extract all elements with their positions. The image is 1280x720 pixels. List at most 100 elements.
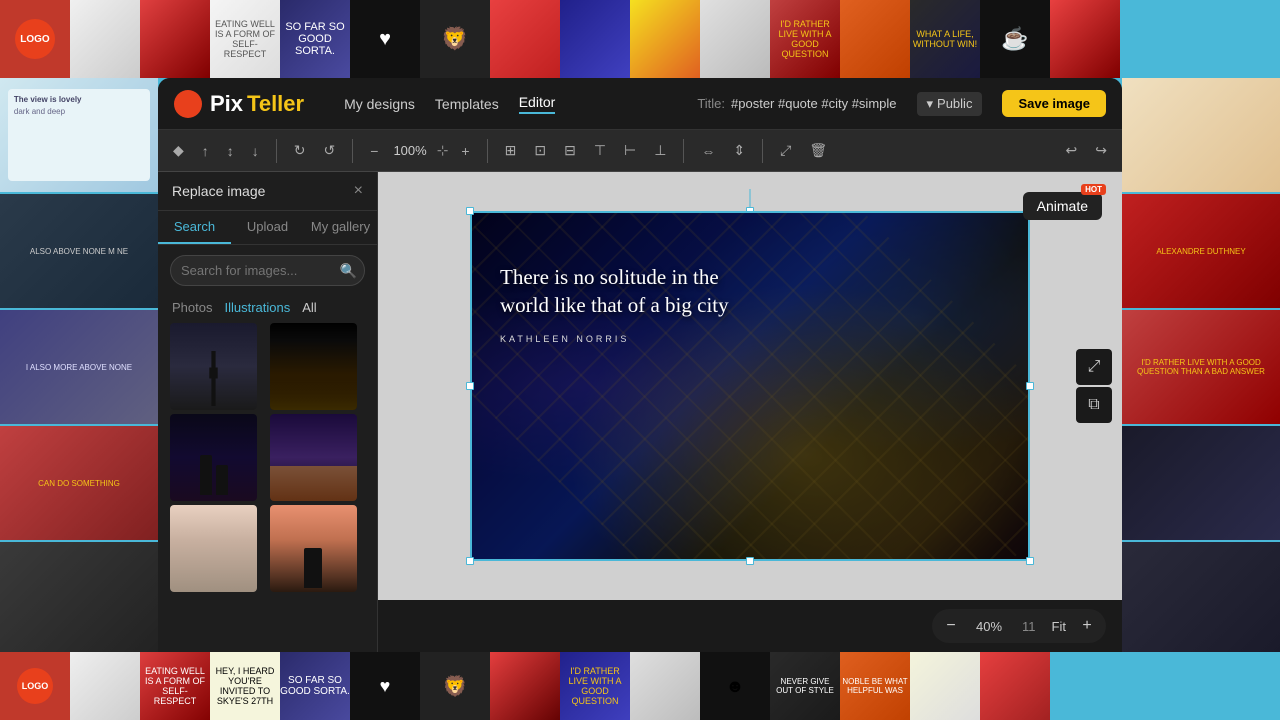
banner-item-13: WHAT A LIFE, WITHOUT WIN! xyxy=(910,0,980,78)
handle-bottom-center[interactable] xyxy=(746,557,754,565)
logo-pix-text: Pix xyxy=(210,91,243,117)
search-icon-button[interactable]: 🔍 xyxy=(340,262,357,279)
thumb-5[interactable] xyxy=(170,505,257,592)
thumb-4[interactable] xyxy=(270,414,357,501)
canvas-crop-btn[interactable]: ⧉ xyxy=(1076,387,1112,423)
panel-tabs: Search Upload My gallery xyxy=(158,211,377,245)
left-sidebar-item-2: ALSO ABOVE NONE M NE xyxy=(0,194,158,308)
toolbar-align-tc[interactable]: ⊡ xyxy=(529,139,551,162)
dropdown-icon: ▾ xyxy=(927,96,934,112)
banner-item-1 xyxy=(70,0,140,78)
toolbar-align-mr[interactable]: ⊥ xyxy=(649,139,671,162)
right-sidebar-item-3: I'D RATHER LIVE WITH A GOOD QUESTION THA… xyxy=(1122,310,1280,424)
toolbar-zoom-minus-btn[interactable]: − xyxy=(365,140,383,162)
toolbar-sep-5 xyxy=(762,139,763,163)
tab-upload[interactable]: Upload xyxy=(231,211,304,244)
handle-top-left[interactable] xyxy=(466,207,474,215)
nav-templates[interactable]: Templates xyxy=(435,96,499,112)
tab-gallery[interactable]: My gallery xyxy=(304,211,377,244)
bottom-item-10: ☻ xyxy=(700,652,770,720)
toolbar-updown-btn[interactable]: ↕ xyxy=(222,140,239,162)
bottom-item-3: HEY, I HEARD YOU'RE INVITED TO SKYE'S 27… xyxy=(210,652,280,720)
poster-quote-text: There is no solitude in the world like t… xyxy=(500,263,740,320)
logo-teller-text: Teller xyxy=(247,91,304,117)
animate-button[interactable]: HOT Animate xyxy=(1023,192,1102,220)
search-input[interactable] xyxy=(170,255,365,286)
thumb-6[interactable] xyxy=(270,505,357,592)
filter-photos[interactable]: Photos xyxy=(172,300,212,315)
toolbar-move-up-btn[interactable]: ↑ xyxy=(197,140,214,162)
toolbar: ◆ ↑ ↕ ↓ ↻ ↺ − 100% ⊹ + ⊞ ⊡ ⊟ ⊤ ⊢ ⊥ ⇔ ⇕ ⤢… xyxy=(158,130,1122,172)
canvas-expand-btn[interactable]: ⤢ xyxy=(1076,349,1112,385)
banner-item-2 xyxy=(140,0,210,78)
zoom-fit-btn[interactable]: Fit xyxy=(1048,619,1070,634)
nav-title-value: #poster #quote #city #simple xyxy=(731,96,896,111)
canvas-area: There is no solitude in the world like t… xyxy=(378,172,1122,600)
left-sidebar-item-1: The view is lovely dark and deep xyxy=(0,78,158,192)
bottom-item-6: 🦁 xyxy=(420,652,490,720)
animate-label: Animate xyxy=(1037,198,1088,214)
toolbar-rotate-cw-btn[interactable]: ↻ xyxy=(289,139,311,162)
bottom-item-1 xyxy=(70,652,140,720)
right-sidebar-item-4 xyxy=(1122,426,1280,540)
tab-search[interactable]: Search xyxy=(158,211,231,244)
bottom-item-14 xyxy=(980,652,1050,720)
thumb-3[interactable] xyxy=(170,414,257,501)
filter-all[interactable]: All xyxy=(302,300,316,315)
bottom-item-12: NOBLE BE WHAT HELPFUL WAS xyxy=(840,652,910,720)
save-button[interactable]: Save image xyxy=(1002,90,1106,117)
toolbar-delete[interactable]: 🗑 xyxy=(804,139,832,162)
toolbar-shape-btn[interactable]: ◆ xyxy=(168,139,189,162)
left-sidebar-item-5 xyxy=(0,542,158,652)
toolbar-align-mc[interactable]: ⊢ xyxy=(619,139,641,162)
banner-item-9 xyxy=(630,0,700,78)
banner-item-6: 🦁 xyxy=(420,0,490,78)
banner-item-4: SO FAR SO GOOD SORTA. xyxy=(280,0,350,78)
toolbar-redo[interactable]: ↪ xyxy=(1090,139,1112,162)
thumb-2[interactable] xyxy=(270,323,357,410)
handle-bottom-left[interactable] xyxy=(466,557,474,565)
toolbar-align-tl[interactable]: ⊞ xyxy=(500,139,522,162)
handle-right-center[interactable] xyxy=(1026,382,1034,390)
toolbar-move-down-btn[interactable]: ↓ xyxy=(247,140,264,162)
bottom-banner-logo: LOGO xyxy=(0,652,70,720)
replace-panel-close[interactable]: × xyxy=(354,182,363,200)
bottom-banner: LOGO EATING WELL IS A FORM OF SELF-RESPE… xyxy=(0,652,1280,720)
zoom-minus-btn[interactable]: − xyxy=(938,613,964,639)
thumb-1[interactable] xyxy=(170,323,257,410)
toolbar-zoom-plus-btn[interactable]: + xyxy=(456,140,474,162)
poster-wrapper: There is no solitude in the world like t… xyxy=(470,211,1030,561)
toolbar-flip-h[interactable]: ⇔ xyxy=(696,140,720,162)
zoom-plus-btn[interactable]: + xyxy=(1074,613,1100,639)
nav-my-designs[interactable]: My designs xyxy=(344,96,415,112)
handle-bottom-right[interactable] xyxy=(1026,557,1034,565)
toolbar-align-ml[interactable]: ⊤ xyxy=(589,139,611,162)
nav-bar: Pix Teller My designs Templates Editor T… xyxy=(158,78,1122,130)
filter-illustrations[interactable]: Illustrations xyxy=(224,300,290,315)
public-button[interactable]: ▾ Public xyxy=(917,92,983,116)
zoom-bar: − 40% 11 Fit + xyxy=(378,600,1122,652)
toolbar-expand[interactable]: ⤢ xyxy=(775,139,796,162)
handle-left-center[interactable] xyxy=(466,382,474,390)
toolbar-undo[interactable]: ↩ xyxy=(1061,139,1083,162)
bottom-item-2: EATING WELL IS A FORM OF SELF-RESPECT xyxy=(140,652,210,720)
editor-container: Pix Teller My designs Templates Editor T… xyxy=(158,78,1122,652)
poster[interactable]: There is no solitude in the world like t… xyxy=(470,211,1030,561)
toolbar-sep-2 xyxy=(352,139,353,163)
toolbar-zoom-value: 100% xyxy=(393,143,426,158)
toolbar-sep-4 xyxy=(683,139,684,163)
banner-item-15 xyxy=(1050,0,1120,78)
banner-item-5: ♥ xyxy=(350,0,420,78)
toolbar-flip-v[interactable]: ⇕ xyxy=(728,139,750,162)
poster-text-container: There is no solitude in the world like t… xyxy=(500,263,740,344)
replace-panel-header: Replace image × xyxy=(158,172,377,211)
top-banner: LOGO EATING WELL IS A FORM OF SELF-RESPE… xyxy=(0,0,1280,78)
nav-editor[interactable]: Editor xyxy=(519,94,556,114)
toolbar-rotate-ccw-btn[interactable]: ↺ xyxy=(319,139,341,162)
bottom-item-4: SO FAR SO GOOD SORTA. xyxy=(280,652,350,720)
right-sidebar-item-1 xyxy=(1122,78,1280,192)
bottom-item-8: I'D RATHER LIVE WITH A GOOD QUESTION xyxy=(560,652,630,720)
banner-item-12 xyxy=(840,0,910,78)
toolbar-align-tr[interactable]: ⊟ xyxy=(559,139,581,162)
banner-item-7 xyxy=(490,0,560,78)
